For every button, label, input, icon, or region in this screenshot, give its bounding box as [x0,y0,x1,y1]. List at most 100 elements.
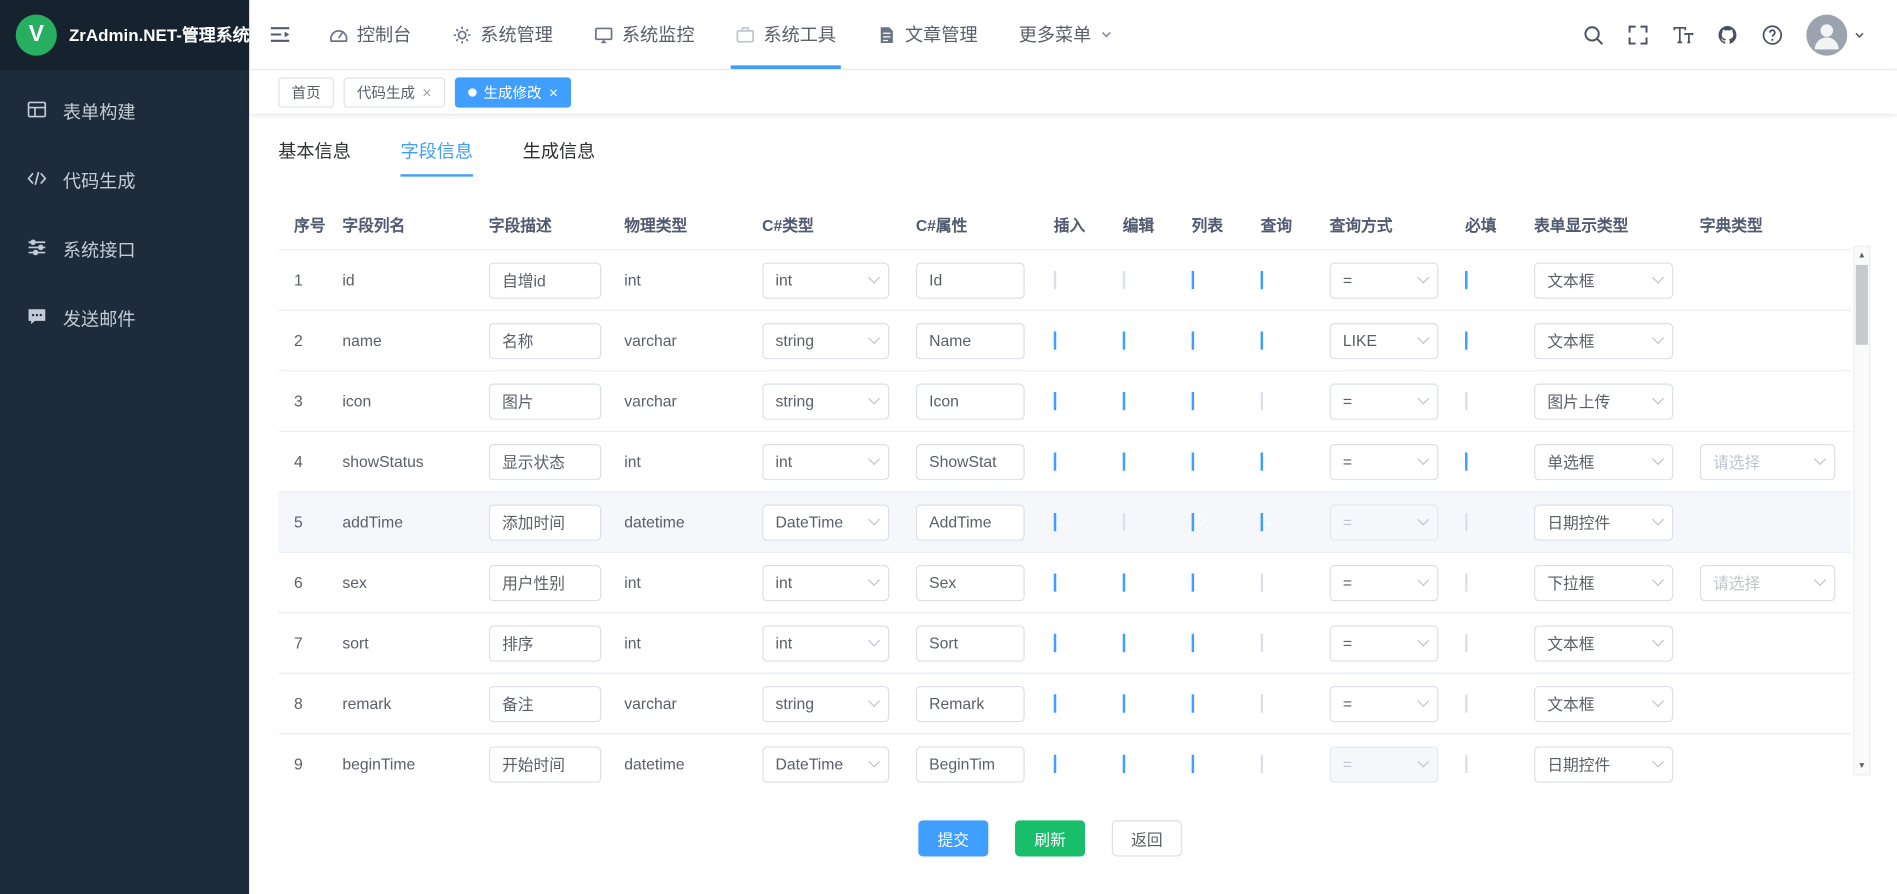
query-mode-select[interactable]: = [1330,625,1439,661]
submit-button[interactable]: 提交 [918,820,988,856]
description-input[interactable] [489,685,602,721]
edit-checkbox[interactable] [1123,513,1125,531]
scroll-up-arrow-icon[interactable]: ▲ [1855,247,1870,264]
insert-checkbox[interactable] [1054,513,1056,531]
close-icon[interactable]: × [422,84,431,100]
display-type-select[interactable]: 日期控件 [1534,746,1673,782]
csharp-type-select[interactable]: string [762,383,889,419]
tab-basic-info[interactable]: 基本信息 [278,138,351,177]
back-button[interactable]: 返回 [1112,820,1182,856]
query-checkbox[interactable] [1261,755,1263,773]
description-input[interactable] [489,504,602,540]
csharp-property-input[interactable] [916,685,1025,721]
sidebar-item-code-generation[interactable]: 代码生成 [0,146,249,215]
dict-type-select[interactable]: 请选择 [1700,443,1835,479]
display-type-select[interactable]: 下拉框 [1534,564,1673,600]
query-checkbox[interactable] [1261,694,1263,712]
description-input[interactable] [489,322,602,358]
github-icon[interactable] [1717,24,1739,46]
sidebar-item-system-api[interactable]: 系统接口 [0,215,249,284]
edit-checkbox[interactable] [1123,271,1125,289]
csharp-property-input[interactable] [916,625,1025,661]
insert-checkbox[interactable] [1054,694,1056,712]
query-mode-select[interactable]: = [1330,383,1439,419]
refresh-button[interactable]: 刷新 [1015,820,1085,856]
dict-type-select[interactable]: 请选择 [1700,564,1835,600]
csharp-property-input[interactable] [916,322,1025,358]
query-mode-select[interactable]: = [1330,443,1439,479]
query-checkbox[interactable] [1261,392,1263,410]
collapse-menu-icon[interactable] [269,23,292,46]
insert-checkbox[interactable] [1054,573,1056,591]
display-type-select[interactable]: 单选框 [1534,443,1673,479]
edit-checkbox[interactable] [1123,694,1125,712]
list-checkbox[interactable] [1192,755,1194,773]
required-checkbox[interactable] [1465,573,1467,591]
query-mode-select[interactable]: = [1330,685,1439,721]
display-type-select[interactable]: 图片上传 [1534,383,1673,419]
tag-generate-edit[interactable]: 生成修改 × [454,77,571,107]
edit-checkbox[interactable] [1123,573,1125,591]
display-type-select[interactable]: 文本框 [1534,262,1673,298]
insert-checkbox[interactable] [1054,271,1056,289]
required-checkbox[interactable] [1465,452,1467,470]
csharp-type-select[interactable]: DateTime [762,746,889,782]
description-input[interactable] [489,443,602,479]
csharp-property-input[interactable] [916,383,1025,419]
csharp-type-select[interactable]: int [762,564,889,600]
description-input[interactable] [489,625,602,661]
display-type-select[interactable]: 文本框 [1534,685,1673,721]
list-checkbox[interactable] [1192,331,1194,349]
edit-checkbox[interactable] [1123,755,1125,773]
required-checkbox[interactable] [1465,694,1467,712]
csharp-property-input[interactable] [916,443,1025,479]
required-checkbox[interactable] [1465,755,1467,773]
csharp-type-select[interactable]: int [762,625,889,661]
description-input[interactable] [489,746,602,782]
query-mode-select[interactable]: = [1330,262,1439,298]
query-checkbox[interactable] [1261,513,1263,531]
topnav-item-more-menu[interactable]: 更多菜单 [998,0,1134,69]
list-checkbox[interactable] [1192,392,1194,410]
sidebar-item-form-builder[interactable]: 表单构建 [0,77,249,146]
required-checkbox[interactable] [1465,634,1467,652]
description-input[interactable] [489,383,602,419]
topnav-item-article-management[interactable]: 文章管理 [857,0,999,69]
topnav-item-console[interactable]: 控制台 [308,0,431,69]
csharp-type-select[interactable]: DateTime [762,504,889,540]
scroll-down-arrow-icon[interactable]: ▼ [1855,757,1870,774]
required-checkbox[interactable] [1465,331,1467,349]
required-checkbox[interactable] [1465,392,1467,410]
list-checkbox[interactable] [1192,694,1194,712]
font-size-icon[interactable] [1672,24,1694,46]
query-mode-select[interactable]: = [1330,746,1439,782]
topnav-item-system-tools[interactable]: 系统工具 [715,0,857,69]
query-checkbox[interactable] [1261,573,1263,591]
csharp-type-select[interactable]: int [762,443,889,479]
csharp-property-input[interactable] [916,564,1025,600]
display-type-select[interactable]: 日期控件 [1534,504,1673,540]
search-icon[interactable] [1582,24,1604,46]
csharp-type-select[interactable]: string [762,322,889,358]
list-checkbox[interactable] [1192,513,1194,531]
tab-generate-info[interactable]: 生成信息 [523,138,596,177]
sidebar-item-send-mail[interactable]: 发送邮件 [0,284,249,353]
query-checkbox[interactable] [1261,331,1263,349]
topnav-item-system-monitor[interactable]: 系统监控 [573,0,715,69]
description-input[interactable] [489,564,602,600]
help-icon[interactable] [1761,24,1783,46]
query-checkbox[interactable] [1261,634,1263,652]
csharp-property-input[interactable] [916,746,1025,782]
csharp-property-input[interactable] [916,262,1025,298]
display-type-select[interactable]: 文本框 [1534,625,1673,661]
tab-field-info[interactable]: 字段信息 [400,138,473,177]
query-mode-select[interactable]: = [1330,564,1439,600]
insert-checkbox[interactable] [1054,452,1056,470]
list-checkbox[interactable] [1192,634,1194,652]
vertical-scrollbar[interactable]: ▲ ▼ [1853,246,1870,776]
topnav-item-system-management[interactable]: 系统管理 [432,0,574,69]
logo-row[interactable]: V ZrAdmin.NET-管理系统 [0,0,249,70]
required-checkbox[interactable] [1465,271,1467,289]
fullscreen-icon[interactable] [1627,24,1649,46]
tag-home[interactable]: 首页 [278,77,334,107]
